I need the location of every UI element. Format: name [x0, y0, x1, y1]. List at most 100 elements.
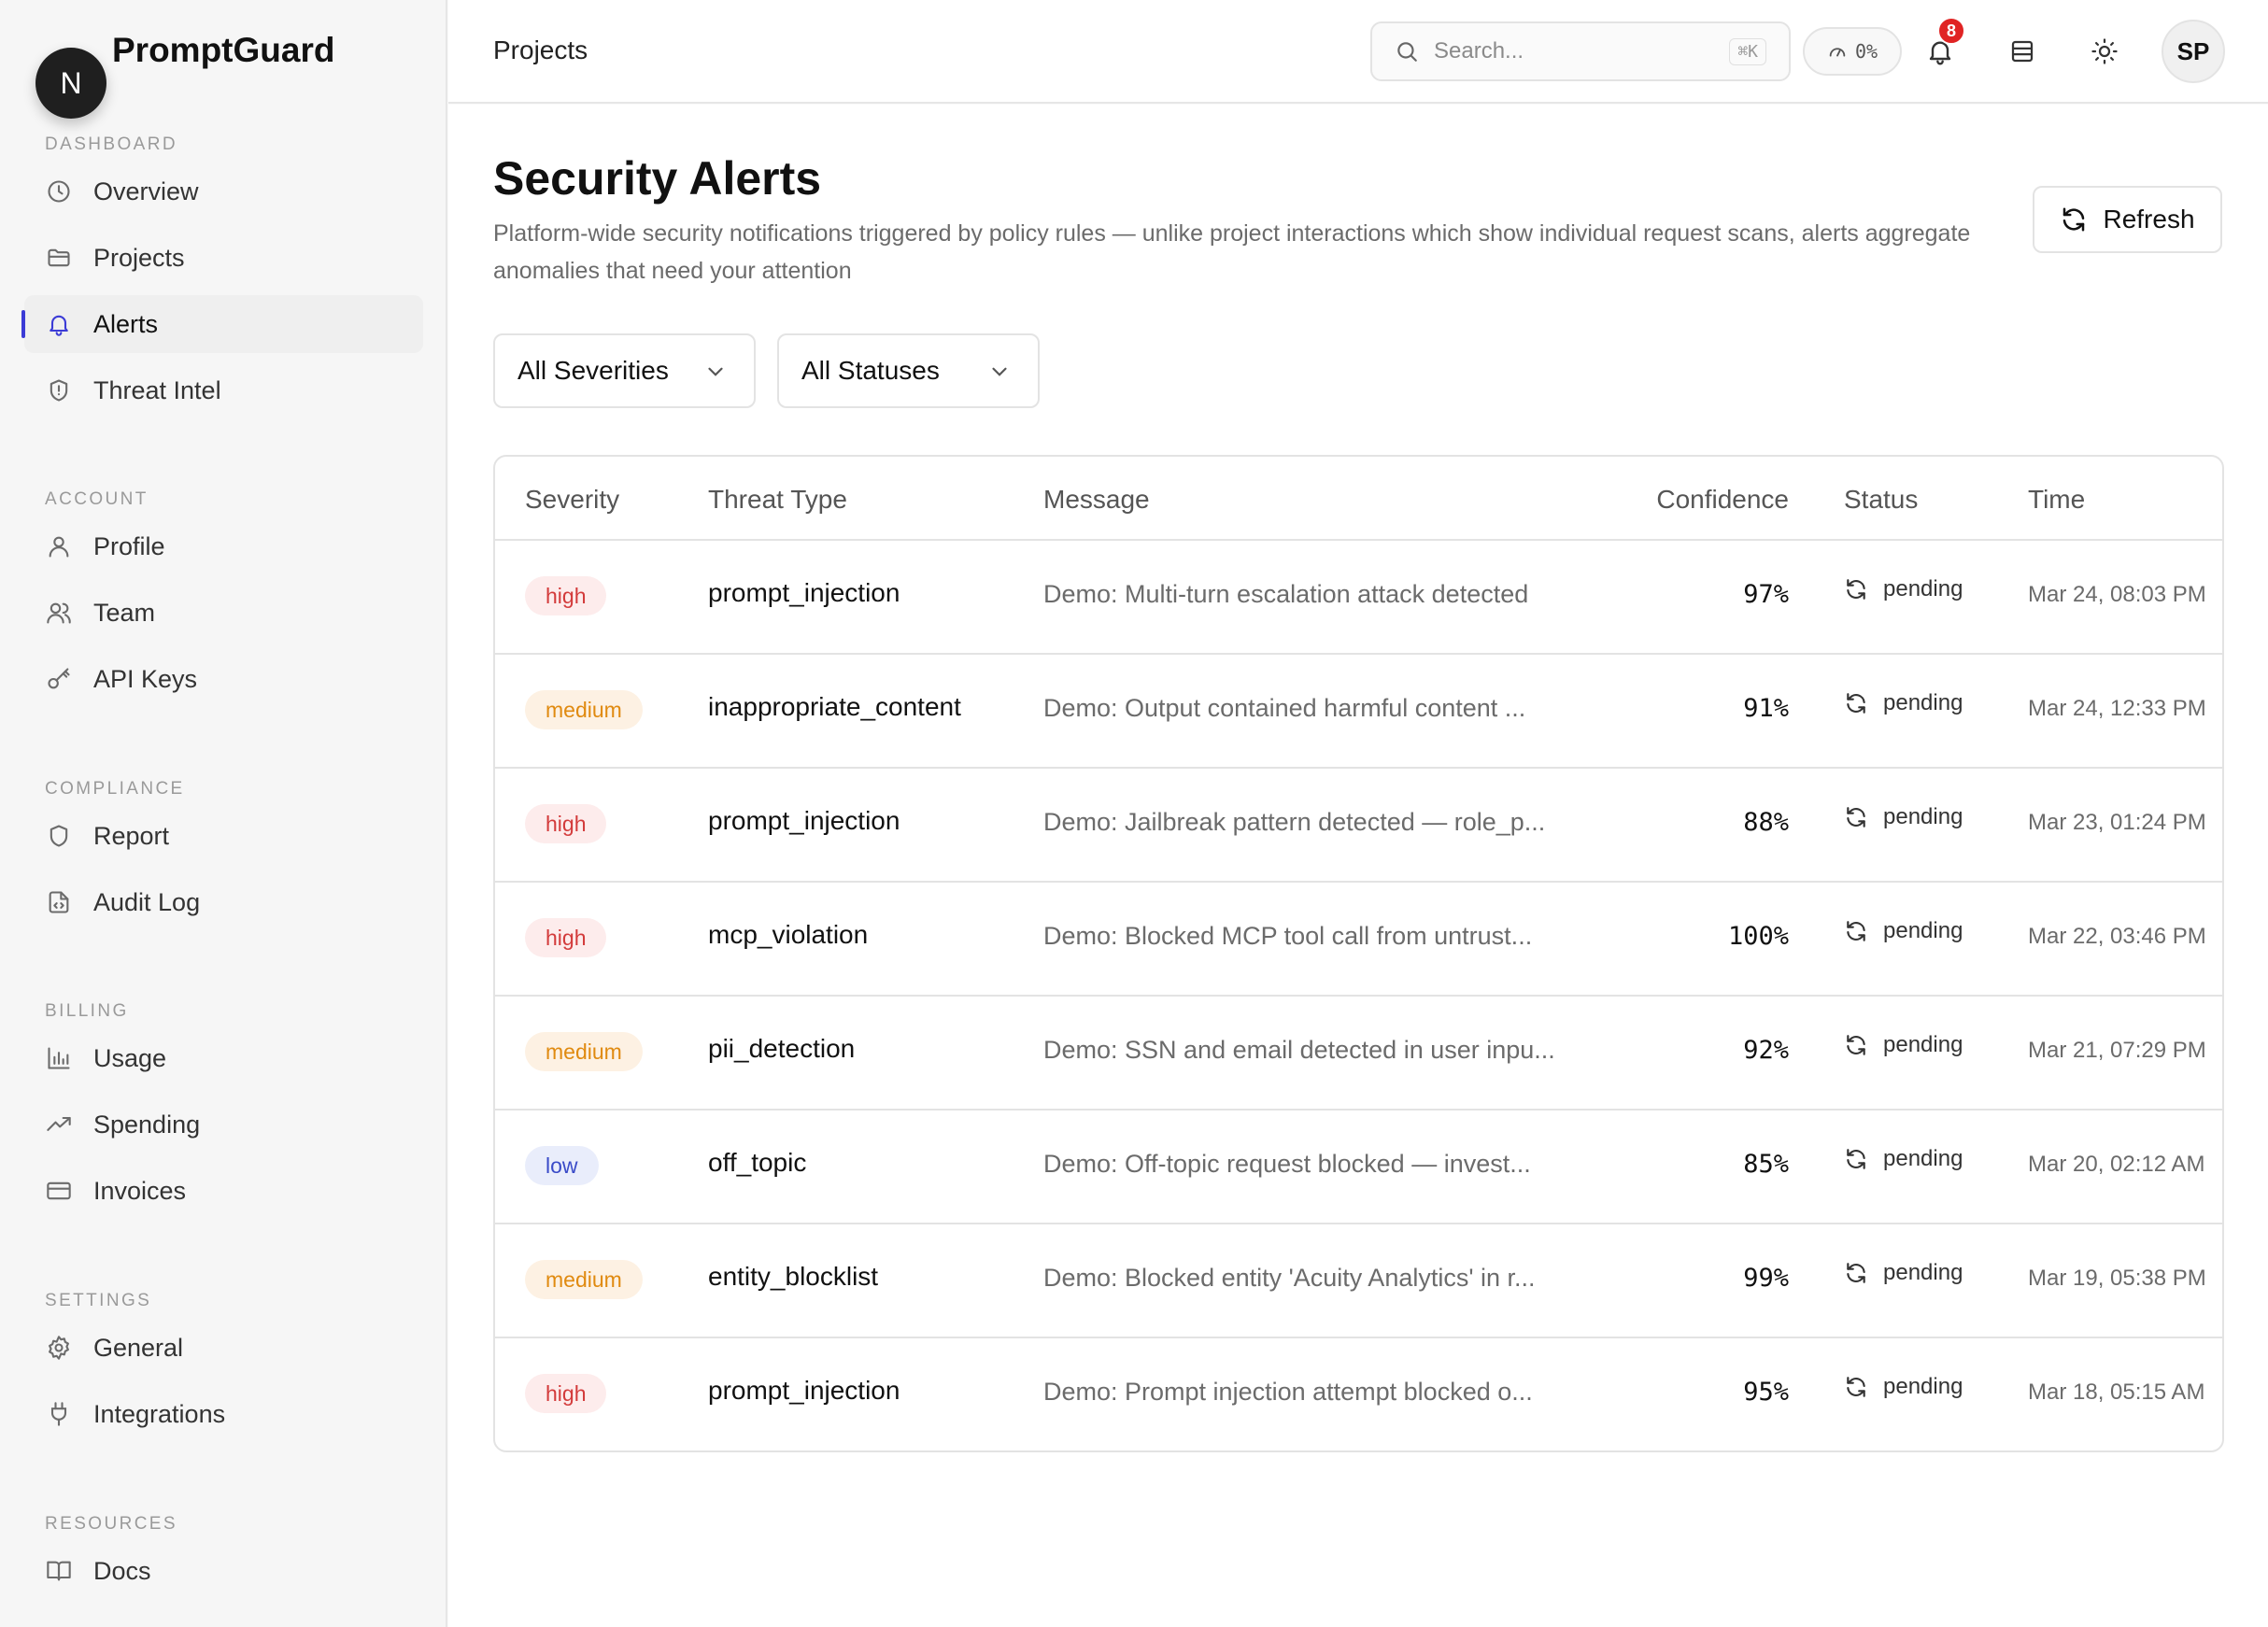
status-cell: pending [1844, 1374, 1963, 1400]
theme-toggle-button[interactable] [2077, 24, 2132, 78]
sidebar-item-docs[interactable]: Docs [24, 1542, 423, 1600]
section-title: RESOURCES [45, 1514, 177, 1534]
shield-icon [45, 822, 73, 850]
table-row[interactable]: medium entity_blocklist Demo: Blocked en… [495, 1224, 2222, 1338]
sidebar-item-projects[interactable]: Projects [24, 229, 423, 287]
nav-section-settings: SETTINGS General Integrations [0, 1287, 447, 1451]
alert-message: Demo: Blocked entity 'Acuity Analytics' … [1043, 1264, 1536, 1292]
column-header-confidence[interactable]: Confidence [1656, 485, 1789, 515]
column-header-time[interactable]: Time [2028, 485, 2085, 515]
sidebar-item-label: Invoices [93, 1176, 187, 1205]
threat-type: pii_detection [708, 1034, 856, 1063]
threat-type: off_topic [708, 1148, 807, 1177]
search-input[interactable]: Search... ⌘K [1370, 21, 1791, 81]
status-filter-value: All Statuses [801, 356, 940, 385]
table-header: Severity Threat Type Message Confidence … [495, 457, 2222, 541]
notifications-button[interactable]: 8 [1913, 17, 1967, 78]
refresh-icon [2060, 205, 2088, 233]
section-title: DASHBOARD [45, 134, 177, 154]
section-title: COMPLIANCE [45, 779, 185, 799]
sidebar-item-usage[interactable]: Usage [24, 1029, 423, 1087]
table-row[interactable]: high prompt_injection Demo: Jailbreak pa… [495, 769, 2222, 883]
sidebar-item-team[interactable]: Team [24, 584, 423, 642]
sidebar-item-report[interactable]: Report [24, 807, 423, 865]
nav-section-resources: RESOURCES Docs [0, 1510, 447, 1608]
breadcrumb[interactable]: Projects [493, 35, 588, 65]
alert-message: Demo: Output contained harmful content .… [1043, 694, 1526, 722]
threat-type: entity_blocklist [708, 1262, 879, 1291]
column-header-threat-type[interactable]: Threat Type [708, 485, 847, 515]
status-label: pending [1883, 1032, 1963, 1057]
table-row[interactable]: medium pii_detection Demo: SSN and email… [495, 997, 2222, 1111]
book-icon [45, 1557, 73, 1585]
table-row[interactable]: high prompt_injection Demo: Prompt injec… [495, 1338, 2222, 1450]
confidence-value: 95% [1743, 1378, 1789, 1407]
sidebar-item-overview[interactable]: Overview [24, 163, 423, 220]
status-label: pending [1883, 1374, 1963, 1399]
table-row[interactable]: low off_topic Demo: Off-topic request bl… [495, 1111, 2222, 1224]
sidebar-item-label: Profile [93, 531, 165, 560]
topbar: Projects Search... ⌘K 0% 8 SP [448, 0, 2268, 104]
status-cell: pending [1844, 804, 1963, 830]
column-header-severity[interactable]: Severity [525, 485, 619, 515]
plug-icon [45, 1400, 73, 1428]
severity-badge: high [525, 804, 607, 843]
gear-icon [45, 1334, 73, 1362]
sidebar-item-label: Report [93, 821, 170, 850]
sidebar-item-alerts[interactable]: Alerts [21, 295, 423, 353]
severity-badge: high [525, 1374, 607, 1413]
gauge-icon [1827, 41, 1848, 62]
severity-badge: high [525, 576, 607, 615]
sidebar-item-label: Spending [93, 1110, 201, 1139]
alert-time: Mar 21, 07:29 PM [2028, 1038, 2206, 1063]
sidebar: N PromptGuard DASHBOARD Overview Projects A… [0, 0, 447, 1627]
nav-section-billing: BILLING Usage Spending Invoices [0, 997, 447, 1228]
layout-button[interactable] [1995, 24, 2049, 78]
brand[interactable]: N PromptGuard [35, 28, 334, 119]
sidebar-item-integrations[interactable]: Integrations [24, 1385, 423, 1443]
refresh-icon [1844, 1375, 1868, 1399]
status-label: pending [1883, 690, 1963, 715]
sidebar-item-threat-intel[interactable]: Threat Intel [24, 361, 423, 419]
table-row[interactable]: high prompt_injection Demo: Multi-turn e… [495, 541, 2222, 655]
usage-meter[interactable]: 0% [1803, 27, 1902, 76]
bar-chart-icon [45, 1044, 73, 1072]
sidebar-item-profile[interactable]: Profile [24, 517, 423, 575]
search-icon [1395, 39, 1419, 64]
threat-type: mcp_violation [708, 920, 869, 949]
search-placeholder: Search... [1434, 38, 1524, 64]
confidence-value: 97% [1743, 580, 1789, 609]
refresh-icon [1844, 1147, 1868, 1171]
alert-time: Mar 24, 08:03 PM [2028, 582, 2206, 607]
page-description: Platform-wide security notifications tri… [493, 220, 1971, 284]
threat-type: prompt_injection [708, 806, 900, 835]
severity-filter[interactable]: All Severities [493, 333, 756, 408]
chevron-down-icon [703, 360, 728, 384]
confidence-value: 91% [1743, 694, 1789, 723]
column-header-message[interactable]: Message [1043, 485, 1150, 515]
refresh-icon [1844, 919, 1868, 943]
refresh-button[interactable]: Refresh [2033, 186, 2222, 253]
sidebar-item-api-keys[interactable]: API Keys [24, 650, 423, 708]
sidebar-item-spending[interactable]: Spending [24, 1096, 423, 1153]
sidebar-item-label: Team [93, 598, 156, 627]
status-label: pending [1883, 804, 1963, 829]
column-header-status[interactable]: Status [1844, 485, 1918, 515]
sidebar-item-invoices[interactable]: Invoices [24, 1162, 423, 1220]
status-filter[interactable]: All Statuses [777, 333, 1040, 408]
sidebar-item-label: General [93, 1333, 184, 1362]
sidebar-item-audit-log[interactable]: Audit Log [24, 873, 423, 931]
sidebar-item-general[interactable]: General [24, 1319, 423, 1377]
table-row[interactable]: medium inappropriate_content Demo: Outpu… [495, 655, 2222, 769]
alert-message: Demo: Off-topic request blocked — invest… [1043, 1150, 1531, 1178]
refresh-icon [1844, 1033, 1868, 1057]
chevron-down-icon [987, 360, 1012, 384]
sidebar-item-label: API Keys [93, 664, 198, 693]
alerts-table: Severity Threat Type Message Confidence … [493, 455, 2224, 1452]
refresh-icon [1844, 805, 1868, 829]
table-row[interactable]: high mcp_violation Demo: Blocked MCP too… [495, 883, 2222, 997]
alert-time: Mar 18, 05:15 AM [2028, 1379, 2205, 1405]
alert-message: Demo: Blocked MCP tool call from untrust… [1043, 922, 1533, 950]
section-title: BILLING [45, 1001, 129, 1021]
avatar[interactable]: SP [2162, 20, 2225, 83]
